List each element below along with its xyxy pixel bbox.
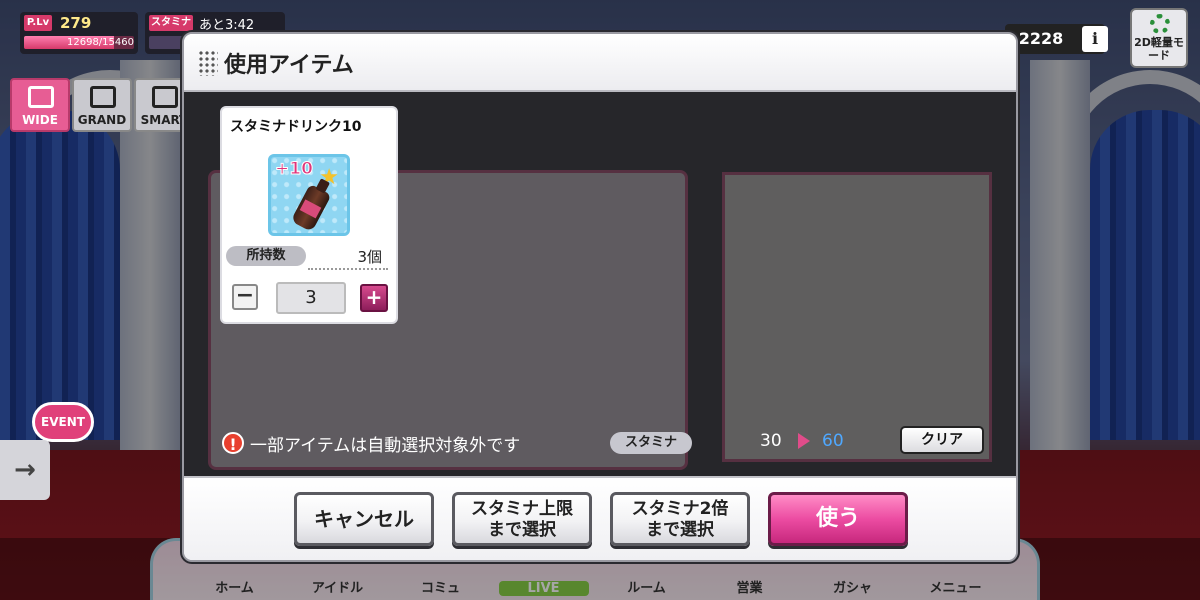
stamina-from: 30 xyxy=(760,431,782,451)
cancel-button[interactable]: キャンセル xyxy=(294,492,434,546)
stamina-tag: スタミナ xyxy=(149,15,193,31)
smartphone-icon xyxy=(152,86,178,108)
stamina-chip: スタミナ xyxy=(610,432,692,454)
event-button[interactable]: EVENT xyxy=(32,402,94,442)
select-double-stamina-button[interactable]: スタミナ2倍 まで選択 xyxy=(610,492,750,546)
mode-grand-button[interactable]: GRAND xyxy=(72,78,132,132)
item-badge: +10 xyxy=(275,159,314,180)
stamina-timer: あと3:42 xyxy=(199,18,255,33)
wide-screen-icon xyxy=(28,86,54,108)
stamina-to: 60 xyxy=(822,431,844,451)
info-button[interactable]: i xyxy=(1082,26,1108,52)
dialog-title: 使用アイテム xyxy=(224,53,354,78)
mode-2d-lite-button[interactable]: 2D軽量モード xyxy=(1130,8,1188,68)
grip-icon xyxy=(198,50,218,76)
stamina-drink-icon: +10 ★ xyxy=(268,154,350,236)
bottle-icon xyxy=(290,183,332,233)
mode-wide-label: WIDE xyxy=(22,113,58,127)
select-max-stamina-button[interactable]: スタミナ上限 まで選択 xyxy=(452,492,592,546)
item-name: スタミナドリンク10 xyxy=(230,119,362,135)
dialog-footer: キャンセル スタミナ上限 まで選択 スタミナ2倍 まで選択 使う xyxy=(184,476,1016,560)
select-max-line1: スタミナ上限 xyxy=(471,499,573,519)
view-mode-switch: WIDE GRAND SMART xyxy=(10,78,194,132)
owned-label: 所持数 xyxy=(226,246,306,266)
plv-tag: P.Lv xyxy=(24,15,52,31)
clear-button[interactable]: クリア xyxy=(900,426,984,454)
quantity-field[interactable]: 3 xyxy=(276,282,346,314)
mode-wide-button[interactable]: WIDE xyxy=(10,78,70,132)
select-double-line1: スタミナ2倍 xyxy=(631,499,729,519)
plv-value: 279 xyxy=(60,14,92,32)
mode-2d-label: 2D軽量モード xyxy=(1134,36,1184,62)
exp-text: 12698/15460 xyxy=(67,37,134,48)
use-item-dialog: 使用アイテム スタミナドリンク10 +10 ★ 所持数 3個 − 3 + ! 一… xyxy=(182,32,1018,562)
alert-icon: ! xyxy=(222,432,244,454)
grand-screen-icon xyxy=(90,86,116,108)
select-double-line2: まで選択 xyxy=(646,520,714,540)
quantity-plus-button[interactable]: + xyxy=(360,284,388,312)
play-arrow-icon xyxy=(798,433,810,449)
side-arrow-button[interactable]: → xyxy=(0,440,50,500)
mode-grand-label: GRAND xyxy=(77,113,127,127)
item-card: スタミナドリンク10 +10 ★ 所持数 3個 − 3 + xyxy=(220,106,398,324)
owned-count: 3個 xyxy=(357,248,382,266)
mode-smart-label: SMART xyxy=(140,113,188,127)
use-button[interactable]: 使う xyxy=(768,492,908,546)
dotted-divider xyxy=(308,268,388,270)
notice-text: 一部アイテムは自動選択対象外です xyxy=(250,436,521,456)
player-level-panel: P.Lv 279 12698/15460 xyxy=(20,12,138,54)
dialog-header: 使用アイテム xyxy=(184,34,1016,92)
gear-icon xyxy=(1150,14,1170,34)
background-jacket xyxy=(722,172,992,462)
select-max-line2: まで選択 xyxy=(488,520,556,540)
quantity-minus-button[interactable]: − xyxy=(232,284,258,310)
